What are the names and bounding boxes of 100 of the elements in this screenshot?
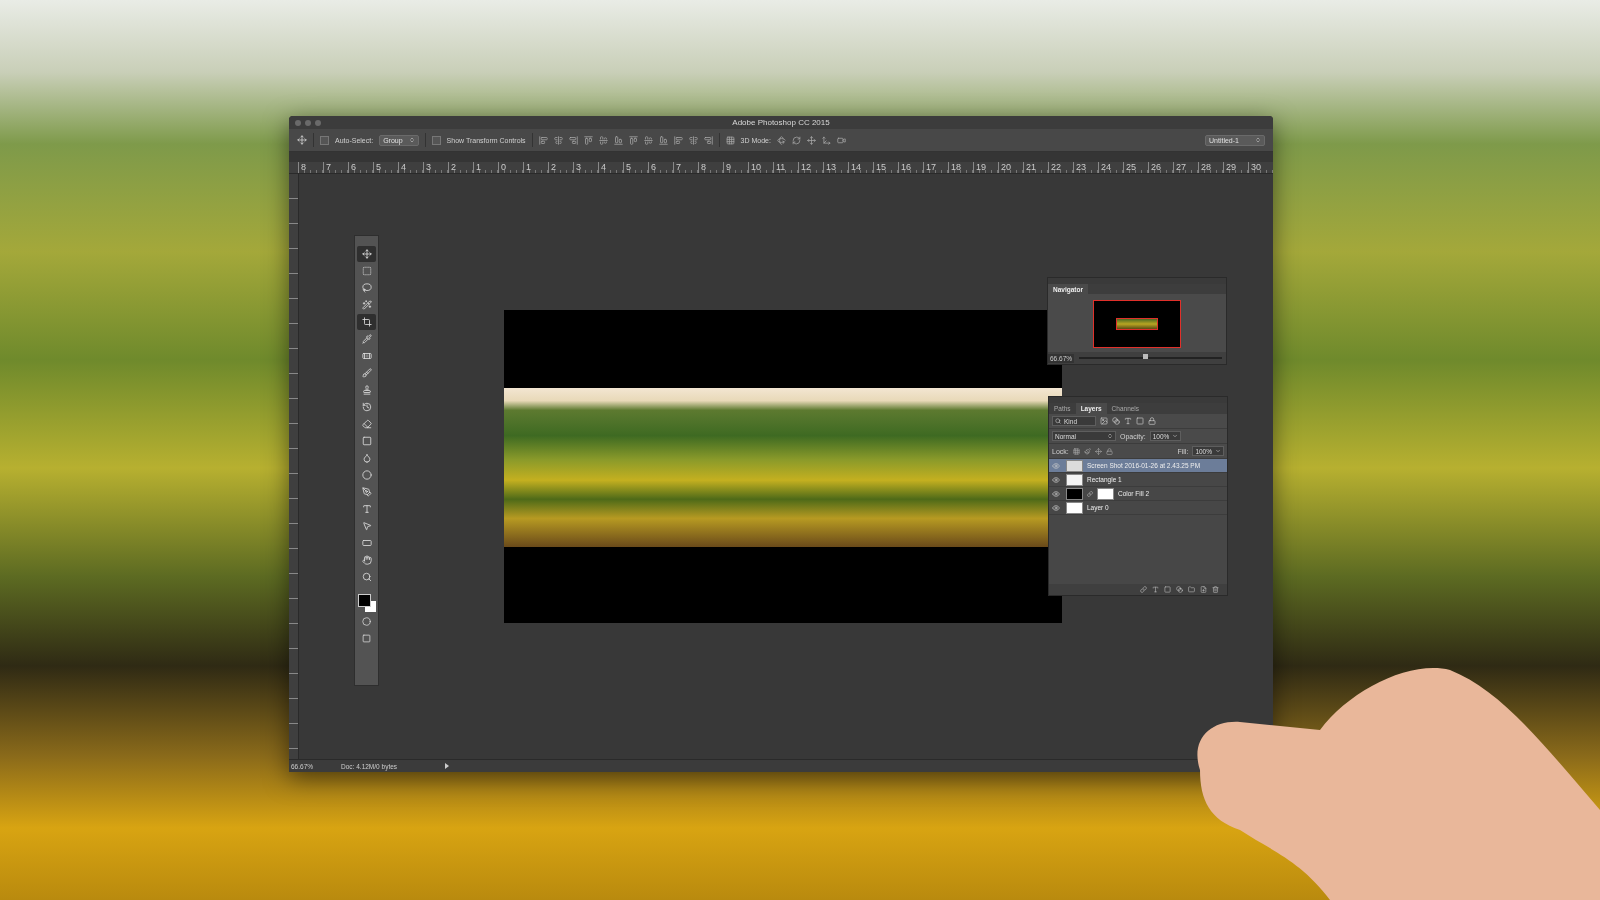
- ruler-number: 12: [798, 162, 823, 173]
- link-icon[interactable]: [1140, 586, 1147, 593]
- triangle-icon[interactable]: [445, 763, 450, 769]
- ruler-number: 26: [1148, 162, 1173, 173]
- ruler-number: 28: [1198, 162, 1223, 173]
- link-icon: [1087, 490, 1093, 497]
- color-swatches[interactable]: [357, 594, 376, 612]
- brush-icon: [361, 368, 372, 378]
- rectangle-icon: [361, 538, 372, 548]
- align-icon[interactable]: [643, 135, 653, 145]
- align-icon[interactable]: [583, 135, 593, 145]
- shape-filter-icon[interactable]: [1136, 417, 1144, 425]
- new-layer-icon[interactable]: [1200, 586, 1207, 593]
- updown-caret-icon: [408, 137, 415, 143]
- droplet-icon: [361, 453, 372, 463]
- search-icon: [1055, 418, 1061, 424]
- ruler-number: 18: [948, 162, 973, 173]
- ruler-number: 22: [1048, 162, 1073, 173]
- ruler-number: 17: [923, 162, 948, 173]
- ruler-number: 0: [498, 162, 523, 173]
- layer-thumbnail: [1066, 459, 1083, 472]
- stamp-icon: [361, 385, 372, 395]
- crop-tool[interactable]: [357, 314, 376, 330]
- layer-thumbnail: [1066, 501, 1083, 514]
- eye-icon[interactable]: [1052, 503, 1060, 512]
- lock-icon[interactable]: [1105, 447, 1113, 455]
- ruler-number: 29: [1223, 162, 1248, 173]
- ruler-number: 16: [898, 162, 923, 173]
- align-icon[interactable]: [658, 135, 668, 145]
- window-title: Adobe Photoshop CC 2015: [731, 118, 831, 127]
- move-arrows-icon: [361, 249, 372, 259]
- image-filter-icon[interactable]: [1100, 417, 1108, 425]
- ruler-number: 30: [1248, 162, 1273, 173]
- ruler-number: 21: [1023, 162, 1048, 173]
- eye-icon[interactable]: [1052, 489, 1060, 498]
- ruler-number: 5: [373, 162, 398, 173]
- dashed-square-icon: [361, 266, 372, 276]
- type-icon: [361, 504, 372, 514]
- folder-icon[interactable]: [1188, 586, 1195, 593]
- align-icon[interactable]: [553, 135, 563, 145]
- ruler-number: 2: [548, 162, 573, 173]
- ruler-number: 3: [423, 162, 448, 173]
- align-icon[interactable]: [538, 135, 548, 145]
- ruler-number: 4: [398, 162, 423, 173]
- ruler-number: 8: [298, 162, 323, 173]
- move-arrows-icon[interactable]: [297, 135, 307, 145]
- pen-icon: [361, 487, 372, 497]
- window-close-button[interactable]: [295, 119, 301, 126]
- layer-thumbnail: [1066, 487, 1083, 500]
- updown-caret-icon: [1255, 137, 1261, 143]
- move-arrows-tool[interactable]: [357, 246, 376, 262]
- hand-icon: [361, 555, 372, 565]
- slider-thumb[interactable]: [1143, 354, 1149, 360]
- crop-icon: [361, 317, 372, 327]
- ruler-number: 20: [998, 162, 1023, 173]
- eyedropper-icon: [361, 334, 372, 344]
- wand-icon: [361, 300, 372, 310]
- ruler-number: 1: [473, 162, 498, 173]
- type-filter-icon[interactable]: [1124, 417, 1132, 425]
- ruler-number: 7: [323, 162, 348, 173]
- align-icon[interactable]: [703, 135, 713, 145]
- align-icon[interactable]: [688, 135, 698, 145]
- align-icon[interactable]: [628, 135, 638, 145]
- view-rectangle[interactable]: [1116, 318, 1158, 331]
- align-icon[interactable]: [568, 135, 578, 145]
- checkbox[interactable]: [431, 135, 441, 145]
- ruler-number: 11: [773, 162, 798, 173]
- mask-thumbnail: [1097, 487, 1114, 500]
- align-icon[interactable]: [613, 135, 623, 145]
- camera-icon[interactable]: [836, 135, 846, 145]
- ruler-number: 27: [1173, 162, 1198, 173]
- align-icon[interactable]: [598, 135, 608, 145]
- grid-icon[interactable]: [725, 135, 735, 145]
- square-icon: [362, 633, 371, 643]
- checkbox[interactable]: [320, 135, 329, 145]
- circle-icon: [362, 616, 371, 626]
- ruler-number: 19: [973, 162, 998, 173]
- ruler-number: 4: [598, 162, 623, 173]
- zoom-icon: [361, 572, 372, 582]
- updown-caret-icon: [1107, 433, 1113, 439]
- ruler-number: 10: [748, 162, 773, 173]
- ruler-number: 13: [823, 162, 848, 173]
- brush-icon[interactable]: [1083, 447, 1091, 455]
- eye-icon[interactable]: [1052, 475, 1060, 484]
- ruler-number: 25: [1123, 162, 1148, 173]
- window-zoom-button[interactable]: [315, 119, 321, 126]
- ruler-number: 3: [573, 162, 598, 173]
- pointer-icon: [361, 521, 372, 531]
- rotate-icon[interactable]: [776, 135, 786, 145]
- align-icon[interactable]: [673, 135, 683, 145]
- caret-icon: [1215, 448, 1221, 454]
- trash-icon[interactable]: [1212, 586, 1219, 593]
- ruler-number: 6: [348, 162, 373, 173]
- ruler-number: 15: [873, 162, 898, 173]
- window-minimize-button[interactable]: [305, 119, 311, 126]
- layer-thumbnail: [1066, 473, 1083, 486]
- caret-icon: [1172, 433, 1179, 439]
- ruler-number: 5: [623, 162, 648, 173]
- eye-icon[interactable]: [1052, 461, 1060, 470]
- ruler-number: 7: [673, 162, 698, 173]
